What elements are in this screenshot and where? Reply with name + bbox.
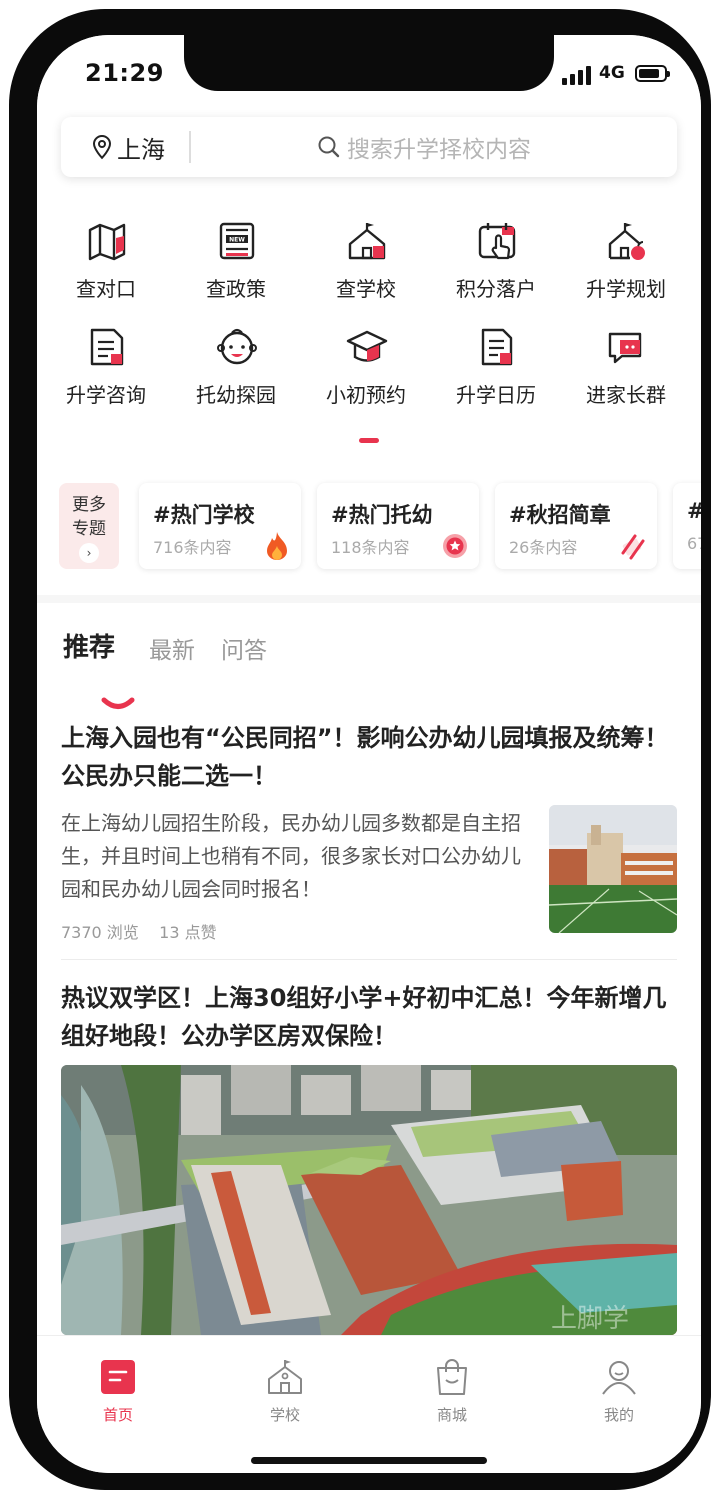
home-icon (101, 1360, 135, 1394)
topic-title: #热门学校 (153, 503, 255, 527)
menu-label: 升学咨询 (66, 383, 146, 407)
menu-item-zhengce[interactable]: NEW 查政策 (171, 220, 301, 310)
menu-label: 积分落户 (456, 277, 536, 301)
list-document-icon (481, 328, 513, 366)
page-indicator (359, 438, 379, 443)
location-selector[interactable]: 上海 (91, 131, 165, 164)
article-cover-image[interactable]: 上脚学 (61, 1065, 677, 1335)
tabbar-home[interactable]: 首页 (58, 1358, 178, 1425)
topic-count: 26条内容 (509, 538, 578, 557)
menu-label: 升学规划 (586, 277, 666, 301)
menu-label: 托幼探园 (196, 383, 276, 407)
topic-title: #热门托幼 (331, 503, 433, 527)
tabbar-label: 首页 (102, 1406, 133, 1424)
status-time: 21:29 (85, 59, 164, 87)
search-placeholder: 搜索升学择校内容 (347, 137, 531, 163)
bottom-tabbar: 首页 学校 商城 我的 (37, 1335, 701, 1473)
search-input[interactable]: 搜索升学择校内容 (317, 131, 531, 163)
notch (184, 35, 554, 91)
signal-icon (562, 65, 592, 85)
image-watermark: 上脚学 (551, 1304, 629, 1334)
article-divider (61, 959, 677, 960)
baby-face-icon (217, 328, 257, 365)
menu-label: 小初预约 (326, 383, 406, 407)
menu-item-xiaochu[interactable]: 小初预约 (301, 326, 431, 416)
tab-recommend[interactable]: 推荐 (63, 627, 115, 664)
topic-count: 67 (687, 534, 701, 553)
menu-label: 查政策 (206, 277, 266, 301)
menu-label: 进家长群 (586, 383, 666, 407)
article-title: 上海入园也有“公民同招”！影响公办幼儿园填报及统筹！公民办只能二选一！ (61, 724, 669, 790)
article-likes: 13 点赞 (159, 923, 217, 942)
location-pin-icon (92, 134, 112, 160)
user-icon (602, 1361, 636, 1395)
map-icon (88, 223, 126, 261)
newspaper-icon: NEW (219, 222, 255, 260)
phone-frame: 21:29 4G 上海 搜索升学择校内容 查对口 NEW 查政策 查学校 积分落… (9, 9, 711, 1490)
network-label: 4G (599, 63, 625, 83)
menu-item-zixun[interactable]: 升学咨询 (41, 326, 171, 416)
chat-icon (608, 332, 642, 364)
document-icon (90, 328, 124, 366)
menu-item-guihua[interactable]: 升学规划 (561, 220, 691, 310)
calendar-tap-icon (478, 223, 516, 260)
topic-card[interactable]: #秋招简章 26条内容 (495, 483, 657, 569)
menu-item-rili[interactable]: 升学日历 (431, 326, 561, 416)
more-topics-line1: 更多 (72, 495, 106, 515)
menu-label: 查学校 (336, 277, 396, 301)
search-icon (318, 136, 340, 158)
shopping-bag-icon (437, 1359, 467, 1395)
search-divider (189, 131, 191, 163)
menu-item-duikou[interactable]: 查对口 (41, 220, 171, 310)
feed: 推荐 最新 问答 上海入园也有“公民同招”！影响公办幼儿园填报及统筹！公民办只能… (37, 603, 701, 1373)
article-summary: 在上海幼儿园招生阶段，民办幼儿园多数都是自主招生，并且时间上也稍有不同，很多家长… (61, 811, 521, 901)
battery-icon (635, 65, 670, 82)
menu-label: 升学日历 (456, 383, 536, 407)
topics-row: 更多专题 › #热门学校 716条内容 #热门托幼 118条内容 #秋招简章 2… (59, 483, 701, 571)
menu-item-xuexiao[interactable]: 查学校 (301, 220, 431, 310)
topic-count: 118条内容 (331, 538, 410, 557)
topic-card[interactable]: #热门托幼 118条内容 (317, 483, 479, 569)
tab-indicator (101, 697, 135, 709)
topic-title: #2 (687, 499, 701, 523)
fire-icon (267, 532, 287, 560)
menu-item-jiazhangqun[interactable]: 进家长群 (561, 326, 691, 416)
school-apple-icon (608, 223, 645, 260)
location-label: 上海 (117, 135, 165, 164)
article-card[interactable]: 热议双学区！上海30组好小学+好初中汇总！今年新增几组好地段！公办学区房双保险！ (61, 979, 677, 1055)
article-card[interactable]: 上海入园也有“公民同招”！影响公办幼儿园填报及统筹！公民办只能二选一！ 在上海幼… (61, 719, 677, 942)
article-views: 7370 浏览 (61, 923, 139, 942)
chevron-right-icon: › (79, 543, 99, 563)
search-bar[interactable]: 上海 搜索升学择校内容 (61, 117, 677, 177)
badge-icon (443, 534, 467, 558)
topic-card[interactable]: #热门学校 716条内容 (139, 483, 301, 569)
scroll-icon (621, 534, 645, 560)
article-thumbnail (549, 805, 677, 933)
menu-item-tuoyou[interactable]: 托幼探园 (171, 326, 301, 416)
tabbar-mall[interactable]: 商城 (392, 1358, 512, 1425)
graduation-cap-icon (346, 330, 388, 362)
screen: 21:29 4G 上海 搜索升学择校内容 查对口 NEW 查政策 查学校 积分落… (37, 35, 701, 1473)
more-topics-line2: 专题 (72, 519, 106, 539)
tabbar-label: 商城 (436, 1406, 467, 1424)
tabbar-school[interactable]: 学校 (225, 1358, 345, 1425)
more-topics-button[interactable]: 更多专题 › (59, 483, 119, 569)
article-meta: 7370 浏览 13 点赞 (61, 919, 217, 943)
topic-count: 716条内容 (153, 538, 232, 557)
topic-card[interactable]: #2 67 (673, 483, 701, 569)
topic-title: #秋招简章 (509, 503, 611, 527)
school-icon (348, 223, 386, 260)
school-icon (268, 1360, 302, 1394)
tabbar-label: 学校 (269, 1406, 300, 1424)
article-title: 热议双学区！上海30组好小学+好初中汇总！今年新增几组好地段！公办学区房双保险！ (61, 984, 667, 1050)
tab-qa[interactable]: 问答 (221, 631, 267, 665)
svg-text:NEW: NEW (229, 237, 245, 244)
tabbar-me[interactable]: 我的 (559, 1358, 679, 1425)
home-indicator[interactable] (251, 1457, 487, 1464)
menu-item-jifen[interactable]: 积分落户 (431, 220, 561, 310)
tabbar-label: 我的 (603, 1406, 634, 1424)
tab-latest[interactable]: 最新 (149, 631, 195, 665)
menu-label: 查对口 (76, 277, 136, 301)
